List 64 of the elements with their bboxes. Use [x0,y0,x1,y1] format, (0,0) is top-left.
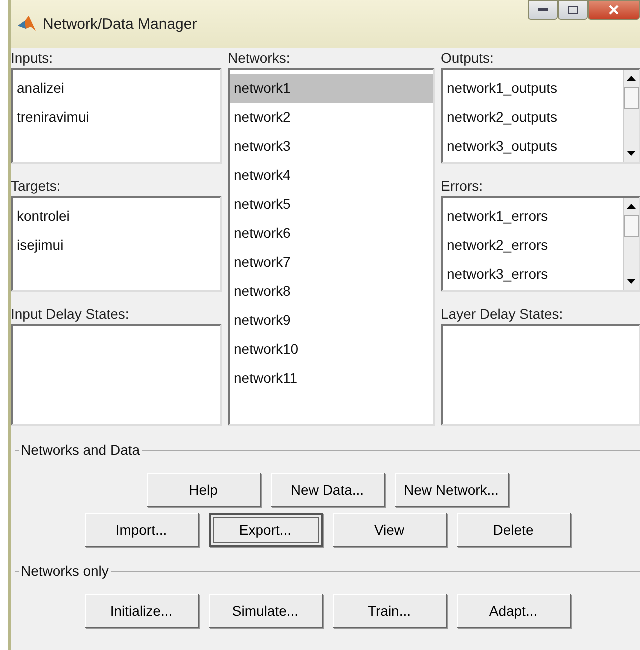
list-item[interactable]: network11 [230,364,433,393]
window-title: Network/Data Manager [43,16,198,32]
action-button[interactable]: Help [146,473,260,507]
list-label: Inputs: [11,49,54,68]
list-box[interactable]: kontrolei isejimui [11,196,222,292]
list-item[interactable]: network2 [230,103,433,132]
peak-logo-icon [17,15,37,33]
list-item[interactable]: network1_outputs [443,74,623,103]
group-title: Networks and Data [19,442,142,458]
list-item[interactable]: network4 [230,161,433,190]
list-item[interactable]: network2_errors [443,231,623,260]
close-button[interactable] [588,0,640,20]
list-label: Targets: [11,177,62,196]
action-button[interactable]: Initialize... [84,594,198,628]
list-item[interactable]: network5 [230,190,433,219]
action-button[interactable]: Train... [332,594,446,628]
minimize-icon [537,7,549,13]
list-box[interactable]: network1_errors network2_errors network3_errors [441,196,640,292]
scroll-down-icon[interactable] [627,279,636,284]
list-label: Networks: [228,49,292,68]
list-box[interactable]: analizei treniravimui [11,68,222,164]
maximize-icon [567,5,579,15]
action-button[interactable]: Adapt... [456,594,570,628]
list-item[interactable]: kontrolei [13,202,220,231]
list-item[interactable]: network3_errors [443,260,623,289]
list-item[interactable]: network3 [230,132,433,161]
list-box[interactable] [11,324,222,426]
list-item[interactable]: network7 [230,248,433,277]
scroll-thumb[interactable] [624,87,639,109]
list-item[interactable]: network1_errors [443,202,623,231]
action-button[interactable]: Simulate... [208,594,322,628]
action-button[interactable]: Export... [208,513,322,547]
list-box[interactable] [441,324,640,426]
list-item[interactable]: network9 [230,306,433,335]
scrollbar[interactable] [623,70,639,162]
minimize-button[interactable] [528,0,558,20]
list-item[interactable]: network8 [230,277,433,306]
action-button[interactable]: View [332,513,446,547]
list-label: Errors: [441,177,484,196]
list-box[interactable]: network1_outputs network2_outputs network3_outputs [441,68,640,164]
list-item[interactable]: treniravimui [13,103,220,132]
list-item[interactable]: network2_outputs [443,103,623,132]
maximize-button[interactable] [558,0,588,20]
scroll-down-icon[interactable] [627,151,636,156]
list-item[interactable]: network6 [230,219,433,248]
list-label: Outputs: [441,49,495,68]
list-label: Layer Delay States: [441,305,564,324]
action-button[interactable]: New Data... [270,473,384,507]
list-item[interactable]: network10 [230,335,433,364]
action-button[interactable]: Delete [456,513,570,547]
action-button[interactable]: Import... [84,513,198,547]
scroll-thumb[interactable] [624,215,639,237]
list-item[interactable]: isejimui [13,231,220,260]
list-label: Input Delay States: [11,305,130,324]
action-button[interactable]: New Network... [394,473,508,507]
scroll-up-icon[interactable] [627,204,636,209]
list-item[interactable]: network1 [230,74,433,103]
list-item[interactable]: analizei [13,74,220,103]
list-box[interactable]: network1 network2 network3 network4 network5 network6 network7 network8 network9 network10 network11 [228,68,435,426]
close-icon [608,5,620,15]
list-item[interactable]: network3_outputs [443,132,623,161]
group-title: Networks only [19,563,111,579]
scrollbar[interactable] [623,198,639,290]
scroll-up-icon[interactable] [627,76,636,81]
